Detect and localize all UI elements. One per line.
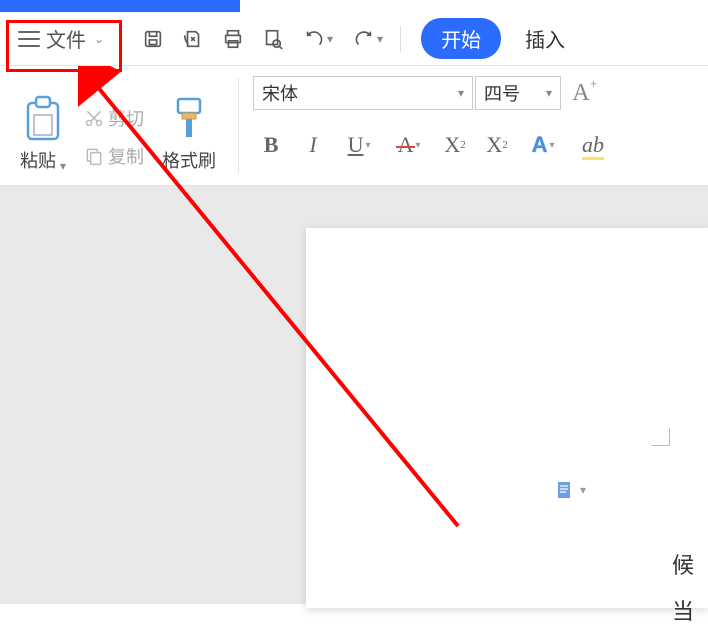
document-page[interactable]: ▾ 候 当 xyxy=(306,228,708,608)
chevron-down-icon: ▾ xyxy=(458,86,464,100)
font-group: 宋体 ▾ 四号 ▾ A+ B I U▾ A▾ X2 X2 A▾ xyxy=(247,72,621,179)
italic-button[interactable]: I xyxy=(295,128,331,162)
cut-label: 剪切 xyxy=(108,105,144,131)
superscript-button[interactable]: X2 xyxy=(437,128,473,162)
file-menu-label: 文件 xyxy=(46,24,86,53)
subscript-button[interactable]: X2 xyxy=(479,128,515,162)
undo-button[interactable]: ▾ xyxy=(294,20,342,58)
bold-button[interactable]: B xyxy=(253,128,289,162)
paste-options-tag[interactable]: ▾ xyxy=(556,480,586,500)
document-icon xyxy=(556,480,574,500)
brush-icon xyxy=(170,95,208,143)
increase-font-button[interactable]: A+ xyxy=(563,76,599,110)
separator xyxy=(238,78,239,173)
tab-insert[interactable]: 插入 xyxy=(509,16,581,61)
print-button[interactable] xyxy=(214,20,252,58)
copy-label: 复制 xyxy=(108,143,144,169)
tab-start[interactable]: 开始 xyxy=(421,18,501,59)
output-button[interactable] xyxy=(174,20,212,58)
chevron-down-icon: ▾ xyxy=(60,159,66,173)
paste-button[interactable]: 粘贴 ▾ xyxy=(12,93,74,175)
text-effects-button[interactable]: A▾ xyxy=(521,128,565,162)
format-painter-label: 格式刷 xyxy=(162,147,216,173)
copy-icon xyxy=(84,146,104,166)
redo-button[interactable]: ▾ xyxy=(344,20,392,58)
format-painter-button[interactable]: 格式刷 xyxy=(154,93,224,175)
margin-guide xyxy=(652,428,670,446)
cut-button[interactable]: 剪切 xyxy=(84,105,144,131)
print-preview-button[interactable] xyxy=(254,20,292,58)
highlight-button[interactable]: ab xyxy=(571,128,615,162)
chevron-down-icon: ▾ xyxy=(546,86,552,100)
text-line-2: 当 xyxy=(672,592,694,631)
scissors-icon xyxy=(84,108,104,128)
chevron-down-icon: ▾ xyxy=(377,32,383,46)
hamburger-icon xyxy=(18,30,40,48)
font-family-select[interactable]: 宋体 ▾ xyxy=(253,76,473,110)
chevron-down-icon: ▾ xyxy=(327,32,333,46)
title-bar-fragment xyxy=(0,0,240,12)
paste-label: 粘贴 xyxy=(20,147,56,173)
ribbon: 粘贴 ▾ 剪切 复制 格式刷 xyxy=(0,66,708,186)
font-size-select[interactable]: 四号 ▾ xyxy=(475,76,561,110)
menu-bar: 文件 ⌄ ▾ ▾ 开始 插入 xyxy=(0,12,708,66)
chevron-down-icon: ▾ xyxy=(580,483,586,497)
chevron-down-icon: ⌄ xyxy=(94,32,104,46)
ribbon-tabs: 开始 插入 xyxy=(421,16,581,61)
font-size-value: 四号 xyxy=(484,80,520,106)
strikethrough-button[interactable]: A▾ xyxy=(387,128,431,162)
text-line-1: 候 xyxy=(672,546,694,586)
copy-button[interactable]: 复制 xyxy=(84,143,144,169)
font-family-value: 宋体 xyxy=(262,80,298,106)
file-menu[interactable]: 文件 ⌄ xyxy=(6,18,116,59)
separator xyxy=(400,26,401,52)
clipboard-group: 粘贴 ▾ 剪切 复制 格式刷 xyxy=(6,72,230,179)
underline-button[interactable]: U▾ xyxy=(337,128,381,162)
clipboard-icon xyxy=(22,95,64,143)
save-button[interactable] xyxy=(134,20,172,58)
document-text: 候 当 xyxy=(672,546,694,631)
document-canvas[interactable]: ▾ 候 当 xyxy=(0,186,708,604)
